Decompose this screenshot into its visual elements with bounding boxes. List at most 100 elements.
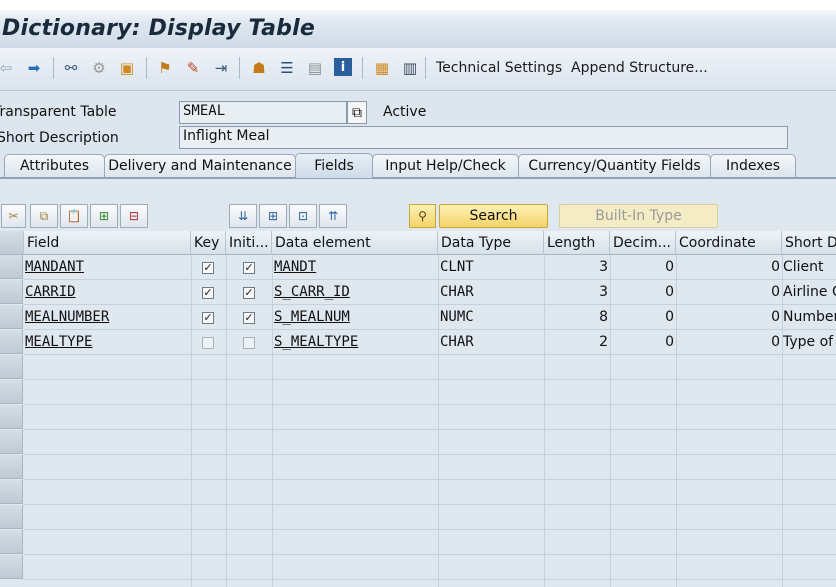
select-all-icon[interactable]: ⊞ bbox=[259, 204, 287, 228]
initial-checkbox[interactable] bbox=[243, 337, 255, 349]
copy-row-icon[interactable]: ⧉ bbox=[30, 204, 58, 228]
delete-row-icon[interactable]: ⊟ bbox=[120, 204, 148, 228]
key-checkbox[interactable] bbox=[202, 337, 214, 349]
cell-length[interactable]: 3 bbox=[546, 280, 608, 304]
display-change-icon[interactable]: ⚙ bbox=[89, 58, 109, 78]
cell-short-description[interactable]: Number bbox=[783, 305, 836, 329]
cell-data-element[interactable]: S_CARR_ID bbox=[274, 280, 436, 304]
initial-checkbox[interactable]: ✓ bbox=[243, 312, 255, 324]
cell-coordinate[interactable]: 0 bbox=[678, 280, 780, 304]
cell-data-element[interactable]: MANDT bbox=[274, 255, 436, 279]
row-selector[interactable] bbox=[0, 555, 23, 579]
column-header-field[interactable]: Field bbox=[24, 231, 191, 255]
copy-icon[interactable]: ⧉ bbox=[347, 101, 367, 124]
row-selector[interactable] bbox=[0, 355, 23, 379]
builtin-type-button[interactable]: Built-In Type bbox=[559, 204, 718, 228]
cell-decimals[interactable]: 0 bbox=[612, 305, 674, 329]
column-header-length[interactable]: Length bbox=[544, 231, 610, 255]
cell-data-type[interactable]: CHAR bbox=[440, 280, 542, 304]
column-header-data-type[interactable]: Data Type bbox=[438, 231, 544, 255]
cell-decimals[interactable]: 0 bbox=[612, 330, 674, 354]
cut-icon[interactable]: ✂ bbox=[1, 204, 26, 228]
search-help-icon[interactable]: ⚲ bbox=[409, 204, 436, 228]
short-description-field[interactable]: Inflight Meal bbox=[179, 126, 788, 149]
where-used-icon[interactable]: ✎ bbox=[183, 58, 203, 78]
short-description-label: Short Description bbox=[0, 130, 119, 146]
cell-length[interactable]: 8 bbox=[546, 305, 608, 329]
hierarchy-icon[interactable]: ☗ bbox=[249, 58, 269, 78]
append-structure-button[interactable]: Append Structure... bbox=[571, 60, 708, 76]
status-label: Active bbox=[383, 104, 427, 120]
cell-coordinate[interactable]: 0 bbox=[678, 330, 780, 354]
cell-length[interactable]: 3 bbox=[546, 255, 608, 279]
row-selector[interactable] bbox=[0, 380, 23, 404]
tab-indexes[interactable]: Indexes bbox=[710, 154, 796, 177]
row-selector[interactable] bbox=[0, 280, 23, 304]
info-icon[interactable]: i bbox=[334, 58, 352, 76]
column-header-initial[interactable]: Initi... bbox=[226, 231, 272, 255]
column-header-coordinate[interactable]: Coordinate bbox=[676, 231, 782, 255]
tab-attributes[interactable]: Attributes bbox=[4, 154, 105, 177]
activate-icon[interactable]: ⚑ bbox=[155, 58, 175, 78]
paste-icon[interactable]: 📋 bbox=[60, 204, 88, 228]
tab-input-help-check[interactable]: Input Help/Check bbox=[372, 154, 519, 177]
column-header-decimals[interactable]: Decim... bbox=[610, 231, 676, 255]
cell-decimals[interactable]: 0 bbox=[612, 255, 674, 279]
cell-short-description[interactable]: Client bbox=[783, 255, 836, 279]
glasses-icon[interactable]: ⚯ bbox=[61, 58, 81, 78]
key-checkbox[interactable]: ✓ bbox=[202, 262, 214, 274]
documentation-icon[interactable]: ▤ bbox=[305, 58, 325, 78]
cell-coordinate[interactable]: 0 bbox=[678, 255, 780, 279]
cell-field[interactable]: CARRID bbox=[25, 280, 189, 304]
table-icon[interactable]: ▥ bbox=[400, 58, 420, 78]
check-icon[interactable]: ▣ bbox=[117, 58, 137, 78]
row-selector[interactable] bbox=[0, 480, 23, 504]
select-all-corner[interactable] bbox=[0, 231, 24, 255]
cell-length[interactable]: 2 bbox=[546, 330, 608, 354]
cell-short-description[interactable]: Type of bbox=[783, 330, 836, 354]
cell-decimals[interactable]: 0 bbox=[612, 280, 674, 304]
cell-data-type[interactable]: CHAR bbox=[440, 330, 542, 354]
row-selector[interactable] bbox=[0, 455, 23, 479]
cell-short-description[interactable]: Airline Co bbox=[783, 280, 836, 304]
key-checkbox[interactable]: ✓ bbox=[202, 312, 214, 324]
column-header-short-description[interactable]: Short D bbox=[782, 231, 836, 255]
window-title: Dictionary: Display Table bbox=[2, 16, 315, 41]
initial-checkbox[interactable]: ✓ bbox=[243, 287, 255, 299]
tab-delivery-maintenance[interactable]: Delivery and Maintenance bbox=[104, 154, 296, 177]
cell-coordinate[interactable]: 0 bbox=[678, 305, 780, 329]
insert-row-icon[interactable]: ⊞ bbox=[90, 204, 118, 228]
search-button[interactable]: Search bbox=[439, 204, 548, 228]
key-checkbox[interactable]: ✓ bbox=[202, 287, 214, 299]
initial-checkbox[interactable]: ✓ bbox=[243, 262, 255, 274]
cell-data-element[interactable]: S_MEALTYPE bbox=[274, 330, 436, 354]
deselect-all-icon[interactable]: ⊡ bbox=[289, 204, 317, 228]
cell-field[interactable]: MEALNUMBER bbox=[25, 305, 189, 329]
cell-data-type[interactable]: CLNT bbox=[440, 255, 542, 279]
back-arrow-icon[interactable]: ⇦ bbox=[0, 58, 16, 78]
row-selector[interactable] bbox=[0, 255, 23, 279]
application-toolbar: ⇦ ➡ ⚯ ⚙ ▣ ⚑ ✎ ⇥ ☗ ☰ ▤ i ▦ ▥ Technical Se… bbox=[0, 48, 836, 91]
forward-arrow-icon[interactable]: ➡ bbox=[24, 58, 44, 78]
cell-field[interactable]: MEALTYPE bbox=[25, 330, 189, 354]
tab-currency-quantity-fields[interactable]: Currency/Quantity Fields bbox=[518, 154, 711, 177]
row-selector[interactable] bbox=[0, 505, 23, 529]
test-icon[interactable]: ⇥ bbox=[211, 58, 231, 78]
row-selector[interactable] bbox=[0, 405, 23, 429]
column-header-key[interactable]: Key bbox=[191, 231, 226, 255]
cell-data-type[interactable]: NUMC bbox=[440, 305, 542, 329]
row-selector[interactable] bbox=[0, 430, 23, 454]
collapse-icon[interactable]: ⇈ bbox=[319, 204, 347, 228]
row-selector[interactable] bbox=[0, 330, 23, 354]
table-name-field[interactable]: SMEAL bbox=[179, 101, 347, 124]
tab-fields[interactable]: Fields bbox=[295, 153, 373, 178]
row-selector[interactable] bbox=[0, 530, 23, 554]
structure-icon[interactable]: ▦ bbox=[372, 58, 392, 78]
cell-field[interactable]: MANDANT bbox=[25, 255, 189, 279]
column-header-data-element[interactable]: Data element bbox=[272, 231, 438, 255]
expand-icon[interactable]: ⇊ bbox=[229, 204, 257, 228]
other-object-icon[interactable]: ☰ bbox=[277, 58, 297, 78]
cell-data-element[interactable]: S_MEALNUM bbox=[274, 305, 436, 329]
row-selector[interactable] bbox=[0, 305, 23, 329]
technical-settings-button[interactable]: Technical Settings bbox=[436, 60, 562, 76]
